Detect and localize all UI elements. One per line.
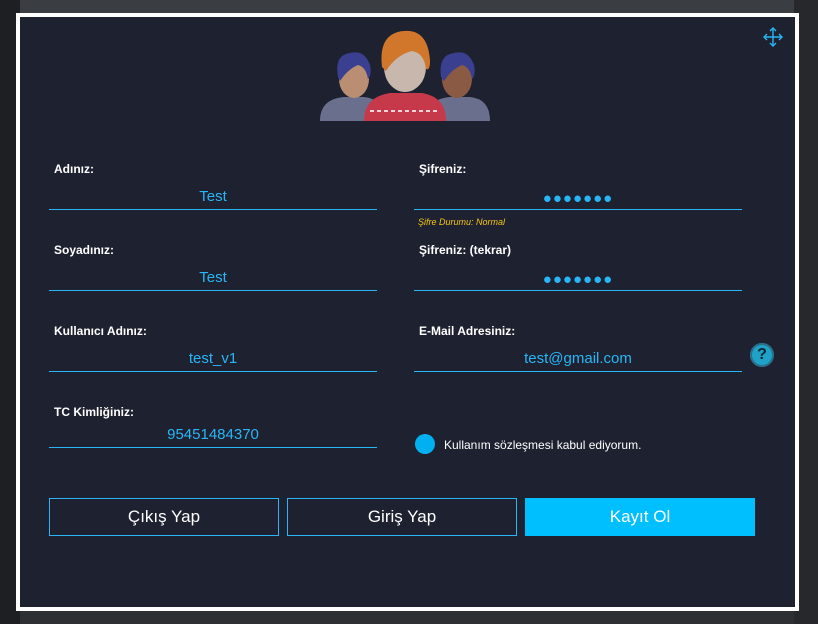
help-icon[interactable]: ?: [750, 343, 774, 367]
password-field[interactable]: Şifreniz: ●●●●●●●: [414, 162, 742, 212]
email-label: E-Mail Adresiniz:: [419, 324, 516, 338]
tc-id-label: TC Kimliğiniz:: [54, 405, 134, 419]
email-field[interactable]: E-Mail Adresiniz: test@gmail.com: [414, 324, 742, 374]
first-name-label: Adınız:: [54, 162, 94, 176]
move-icon[interactable]: [763, 27, 783, 47]
username-field[interactable]: Kullanıcı Adınız: test_v1: [49, 324, 377, 374]
login-button[interactable]: Giriş Yap: [287, 498, 517, 536]
tc-id-underline: [49, 447, 377, 448]
register-window: Adınız: Test Soyadınız: Test Kullanıcı A…: [16, 13, 799, 611]
first-name-input[interactable]: Test: [49, 188, 377, 205]
password-repeat-field[interactable]: Şifreniz: (tekrar) ●●●●●●●: [414, 243, 742, 293]
tc-id-field[interactable]: TC Kimliğiniz: 95451484370: [49, 405, 377, 451]
password-underline: [414, 209, 742, 210]
last-name-input[interactable]: Test: [49, 269, 377, 286]
email-underline: [414, 371, 742, 372]
users-group-icon: [320, 30, 490, 121]
tc-id-input[interactable]: 95451484370: [49, 426, 377, 443]
password-repeat-label: Şifreniz: (tekrar): [419, 243, 512, 257]
last-name-field[interactable]: Soyadınız: Test: [49, 243, 377, 293]
agreement-checkbox[interactable]: [415, 434, 435, 454]
last-name-underline: [49, 290, 377, 291]
first-name-field[interactable]: Adınız: Test: [49, 162, 377, 212]
help-glyph: ?: [757, 346, 767, 363]
password-input[interactable]: ●●●●●●●: [414, 190, 742, 207]
username-input[interactable]: test_v1: [49, 350, 377, 367]
first-name-underline: [49, 209, 377, 210]
register-button[interactable]: Kayıt Ol: [525, 498, 755, 536]
email-input[interactable]: test@gmail.com: [414, 350, 742, 367]
last-name-label: Soyadınız:: [54, 243, 115, 257]
background-ide-toolbar: [0, 0, 818, 14]
agreement-label: Kullanım sözleşmesi kabul ediyorum.: [444, 438, 642, 452]
password-strength-text: Şifre Durumu: Normal: [418, 217, 506, 227]
password-repeat-underline: [414, 290, 742, 291]
username-label: Kullanıcı Adınız:: [54, 324, 147, 338]
username-underline: [49, 371, 377, 372]
password-repeat-input[interactable]: ●●●●●●●: [414, 271, 742, 288]
password-label: Şifreniz:: [419, 162, 467, 176]
exit-button[interactable]: Çıkış Yap: [49, 498, 279, 536]
